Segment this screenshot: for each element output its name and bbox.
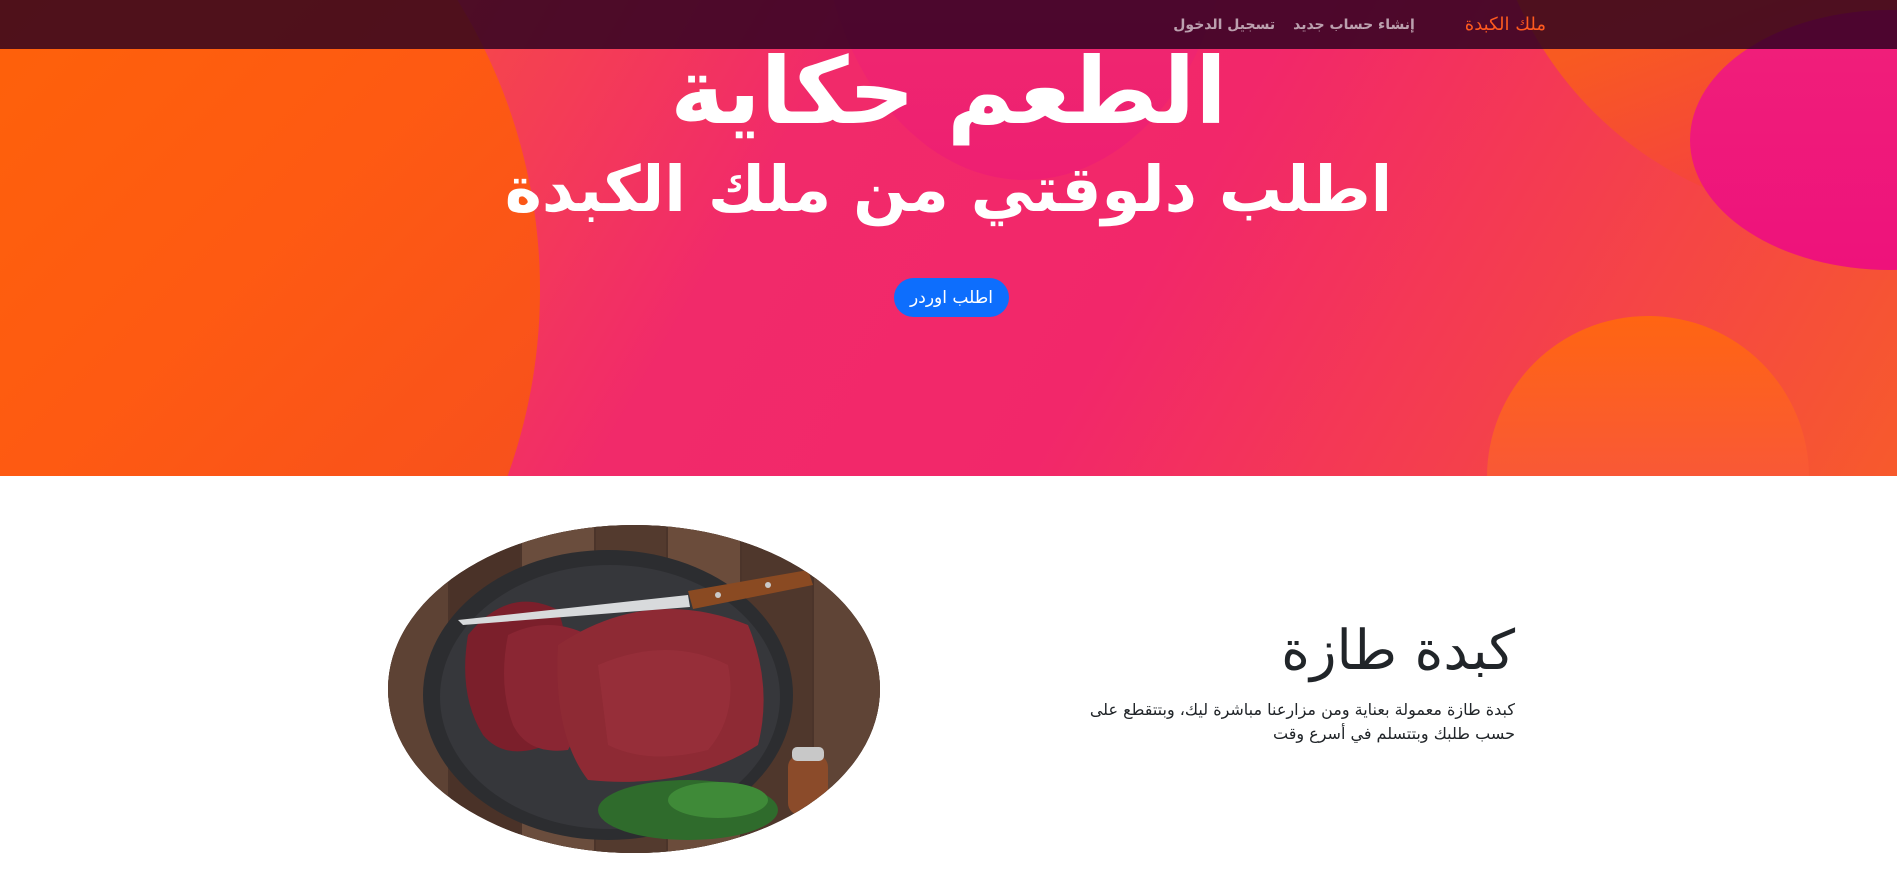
- liver-photo: [388, 525, 880, 853]
- brand-link[interactable]: ملك الكبدة: [1465, 14, 1546, 35]
- hero-subtitle: اطلب دلوقتي من ملك الكبدة: [504, 153, 1393, 226]
- nav-link-register[interactable]: إنشاء حساب جديد: [1293, 17, 1415, 33]
- feature-description: كبدة طازة معمولة بعناية ومن مزارعنا مباش…: [1089, 700, 1515, 743]
- nav-links: إنشاء حساب جديد تسجيل الدخول: [1173, 17, 1415, 33]
- hero-blob-bottom-right: [1487, 316, 1809, 476]
- navbar-inner: ملك الكبدة إنشاء حساب جديد تسجيل الدخول: [1173, 0, 1546, 49]
- hero-section: الطعم حكاية اطلب دلوقتي من ملك الكبدة اط…: [0, 0, 1897, 476]
- order-button[interactable]: اطلب اوردر: [894, 278, 1009, 317]
- feature-text: كبدة طازة كبدة طازة معمولة بعناية ومن مز…: [1045, 612, 1515, 746]
- feature-heading: كبدة طازة: [1281, 618, 1515, 682]
- navbar: ملك الكبدة إنشاء حساب جديد تسجيل الدخول: [0, 0, 1897, 49]
- hero-title: الطعم حكاية: [670, 38, 1227, 145]
- nav-link-login[interactable]: تسجيل الدخول: [1173, 17, 1275, 33]
